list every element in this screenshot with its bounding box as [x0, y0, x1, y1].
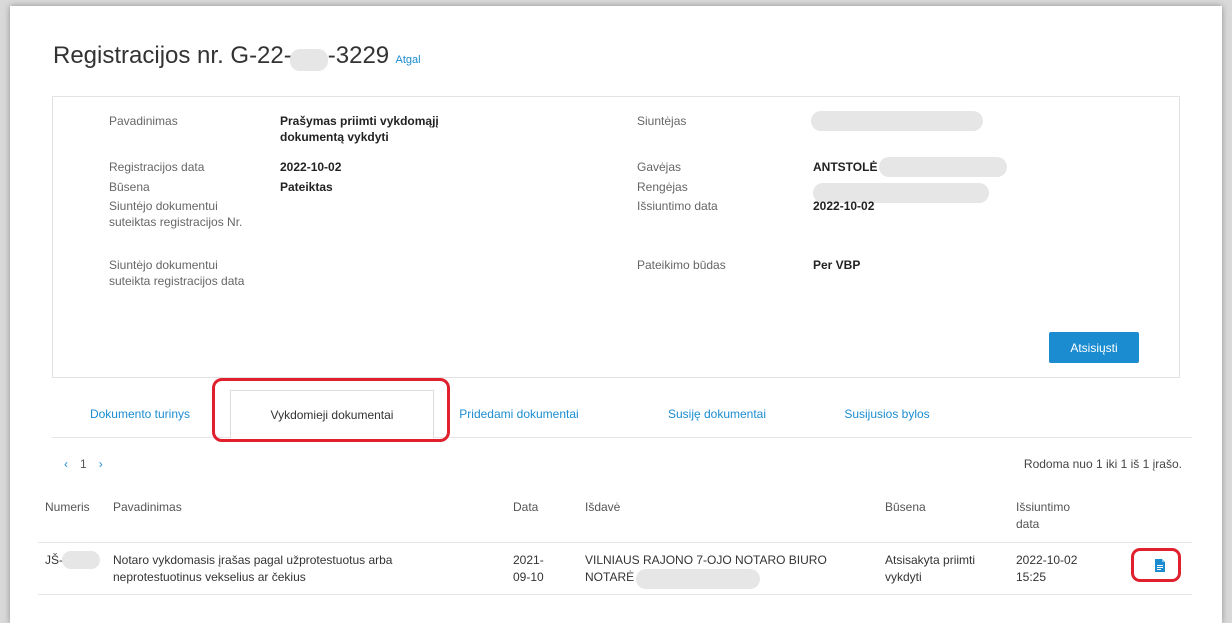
label-busena: Būsena: [109, 180, 150, 194]
redacted-siuntejas: [811, 111, 983, 131]
label-siuntejo-nr: Siuntėjo dokumentui suteiktas registraci…: [109, 199, 243, 229]
column-header-busena: Būsena: [885, 500, 926, 514]
page-number[interactable]: 1: [80, 457, 87, 471]
tab-vykdomieji-dokumentai[interactable]: Vykdomieji dokumentai: [230, 390, 434, 439]
record-count: Rodoma nuo 1 iki 1 iš 1 įrašo.: [1023, 457, 1182, 471]
label-registracijos-data: Registracijos data: [109, 160, 205, 174]
redacted-number: [289, 48, 328, 71]
pagination: ‹ 1 ›: [64, 457, 103, 471]
redacted-gavejas: [879, 157, 1007, 177]
value-pateikimo-budas: Per VBP: [813, 258, 861, 272]
label-rengejas: Rengėjas: [637, 180, 688, 194]
document-icon[interactable]: [1154, 559, 1166, 572]
column-header-issiuntimo-data: Išsiuntimo data: [1016, 500, 1071, 531]
table-divider: [38, 542, 1192, 543]
tab-susije-dokumentai[interactable]: Susiję dokumentai: [642, 390, 792, 438]
label-gavejas: Gavėjas: [637, 160, 682, 174]
value-registracijos-data: 2022-10-02: [280, 160, 342, 174]
registration-title: Registracijos nr. G-22-: [53, 42, 292, 69]
label-siuntejo-data: Siuntėjo dokumentui suteikta registracij…: [109, 258, 245, 288]
value-issiuntimo-data: 2022-10-02: [813, 199, 875, 213]
back-link[interactable]: Atgal: [395, 54, 420, 66]
tab-susijusios-bylos[interactable]: Susijusios bylos: [812, 390, 962, 438]
registration-title-suffix: -3229: [327, 42, 390, 69]
column-header-pavadinimas: Pavadinimas: [113, 500, 182, 514]
cell-busena: Atsisakyta priimti vykdyti: [885, 553, 976, 584]
column-header-data: Data: [513, 500, 539, 514]
cell-issiuntimo-data: 2022-10-02 15:25: [1016, 553, 1078, 584]
tab-dokumento-turinys[interactable]: Dokumento turinys: [52, 390, 228, 438]
label-pateikimo-budas: Pateikimo būdas: [637, 258, 726, 272]
value-busena: Pateiktas: [280, 180, 333, 194]
cell-numeris: JŠ-: [45, 553, 63, 567]
prev-page-button[interactable]: ‹: [64, 457, 68, 471]
cell-pavadinimas: Notaro vykdomasis įrašas pagal užprotest…: [113, 553, 393, 584]
tab-bar: Dokumento turinys Vykdomieji dokumentai …: [52, 390, 1192, 439]
column-header-numeris: Numeris: [45, 500, 90, 514]
label-siuntejas: Siuntėjas: [637, 114, 687, 128]
page-title: Registracijos nr. G-22- -3229 Atgal: [53, 42, 421, 71]
value-pavadinimas: Prašymas priimti vykdomąjį dokumentą vyk…: [280, 114, 439, 144]
document-details-panel: Pavadinimas Prašymas priimti vykdomąjį d…: [52, 96, 1180, 378]
redacted-isdave: [636, 569, 760, 589]
cell-data: 2021-09-10: [513, 553, 544, 584]
label-pavadinimas: Pavadinimas: [109, 114, 178, 128]
redacted-numeris: [62, 551, 100, 569]
column-header-isdave: Išdavė: [585, 500, 621, 514]
table-row-divider: [38, 594, 1192, 595]
value-gavejas: ANTSTOLĖ: [813, 160, 878, 174]
tab-pridedami-dokumentai[interactable]: Pridedami dokumentai: [444, 390, 594, 438]
next-page-button[interactable]: ›: [99, 457, 103, 471]
page-frame: Registracijos nr. G-22- -3229 Atgal Pavad…: [10, 6, 1222, 623]
download-button[interactable]: Atsisiųsti: [1049, 332, 1139, 363]
label-issiuntimo-data: Išsiuntimo data: [637, 199, 718, 213]
